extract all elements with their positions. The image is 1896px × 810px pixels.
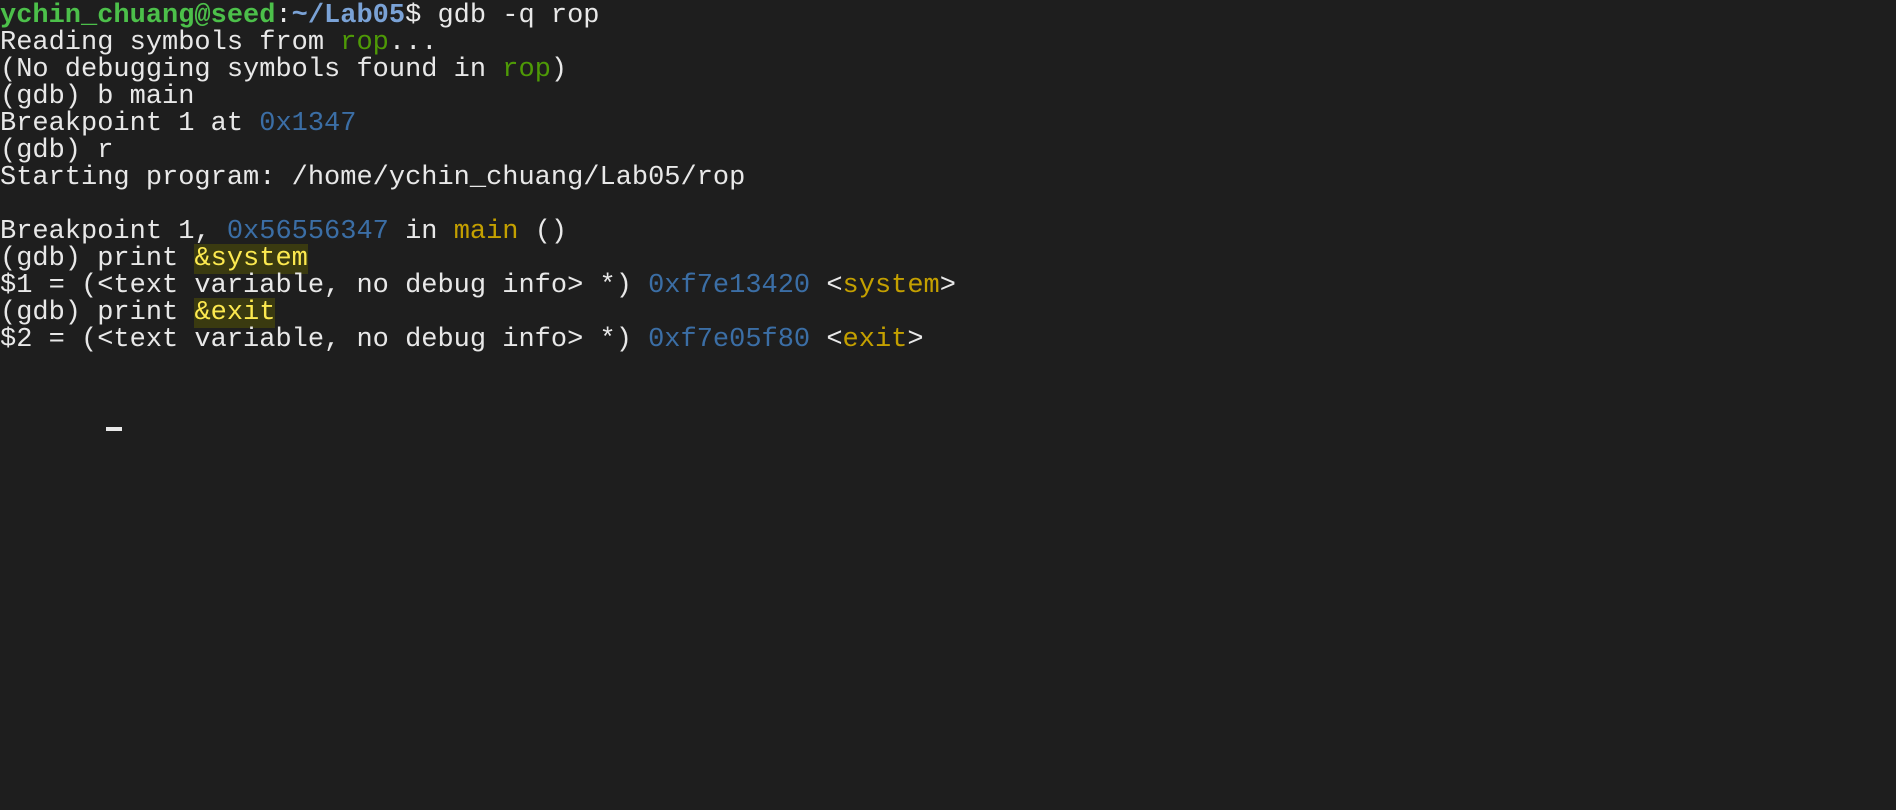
shell-command: gdb -q rop (437, 1, 600, 31)
output-text: () (518, 217, 568, 247)
output-text: < (810, 325, 843, 355)
terminal-line-exit-address: $2 = (<text variable, no debug info> *) … (0, 324, 924, 357)
address: 0xf7e13420 (648, 271, 811, 301)
function-name: main (453, 217, 519, 247)
symbol-name: exit (842, 325, 908, 355)
output-text: $2 = (<text variable, no debug info> *) (0, 325, 649, 355)
output-text: > (907, 325, 924, 355)
terminal-window[interactable]: ychin_chuang@seed:~/Lab05$ gdb -q rop Re… (0, 0, 1896, 431)
output-text: ) (550, 55, 568, 85)
address: 0xf7e05f80 (648, 325, 811, 355)
output-text: < (810, 271, 843, 301)
output-text: > (939, 271, 956, 301)
filename: rop (502, 55, 551, 85)
symbol-name: system (842, 271, 940, 301)
terminal-line-starting-program: Starting program: /home/ychin_chuang/Lab… (0, 163, 746, 193)
address: 0x1347 (259, 109, 357, 139)
text-cursor (106, 427, 122, 431)
output-text: in (388, 217, 454, 247)
